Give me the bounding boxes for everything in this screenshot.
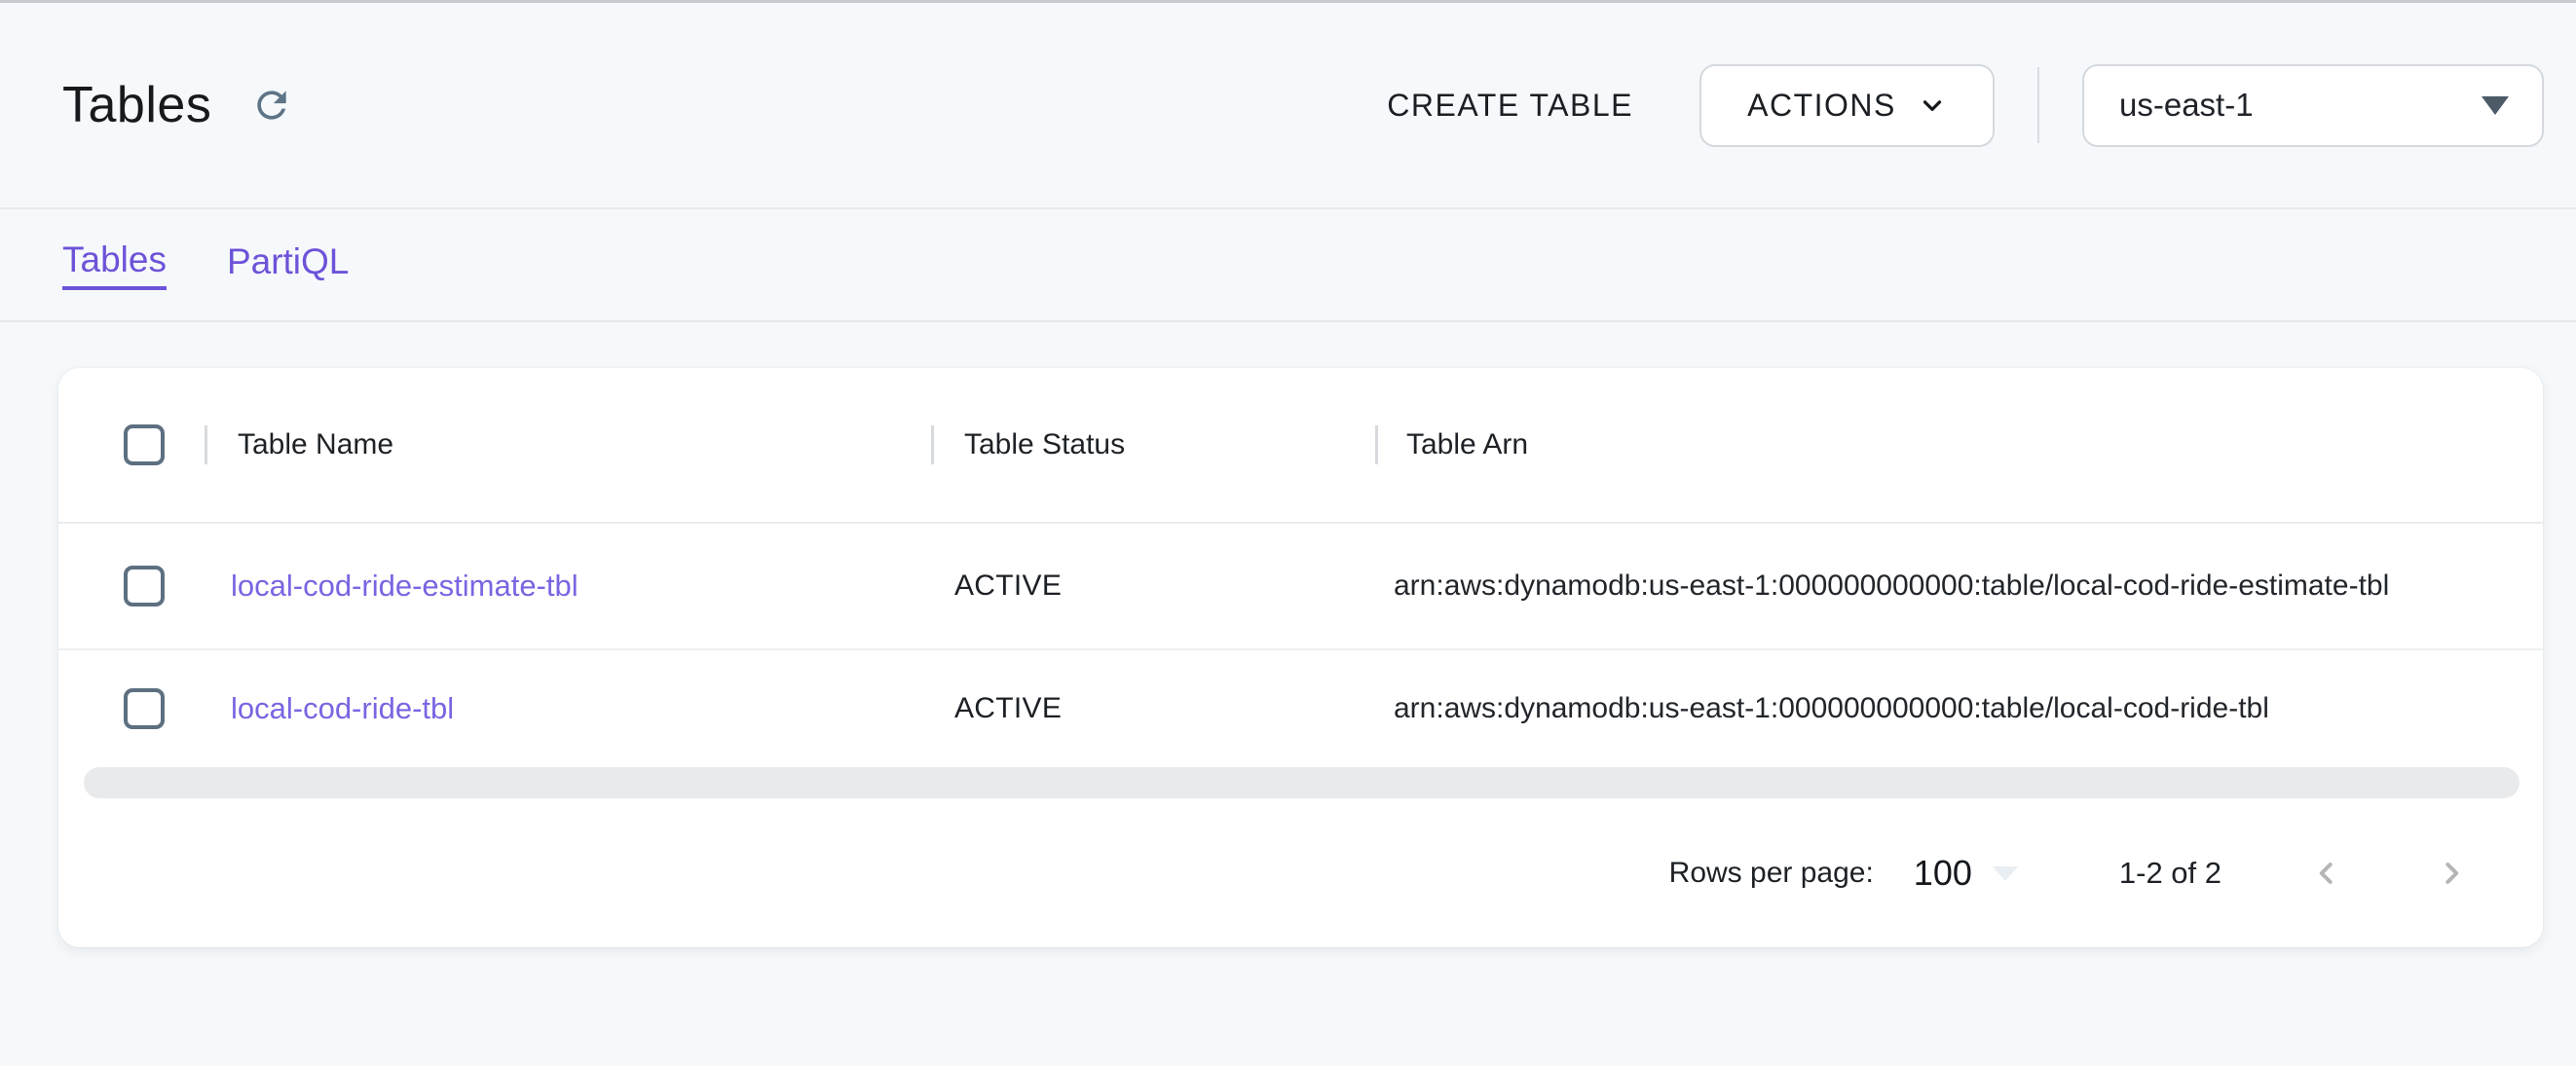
create-table-button[interactable]: CREATE TABLE xyxy=(1381,78,1639,133)
header-actions: CREATE TABLE ACTIONS us-east-1 xyxy=(1381,64,2544,147)
header-divider xyxy=(2037,67,2039,143)
tab-partiql[interactable]: PartiQL xyxy=(227,241,349,288)
chevron-down-icon xyxy=(1918,91,1947,120)
column-divider xyxy=(205,425,207,464)
column-header-label: Table Name xyxy=(205,428,931,461)
horizontal-scrollbar-track xyxy=(84,767,2520,799)
rows-per-page-select[interactable]: 100 xyxy=(1914,853,2018,894)
pagination-range-label: 1-2 of 2 xyxy=(2119,856,2221,891)
next-page-button[interactable] xyxy=(2432,854,2471,893)
column-header-table-name: Table Name xyxy=(205,428,931,461)
table-arn-cell: arn:aws:dynamodb:us-east-1:000000000000:… xyxy=(1375,570,2543,603)
page-title: Tables xyxy=(62,76,211,134)
tables-card: Table Name Table Status Table Arn local-… xyxy=(58,368,2543,947)
region-select[interactable]: us-east-1 xyxy=(2082,64,2544,147)
row-checkbox[interactable] xyxy=(124,566,165,607)
select-all-checkbox[interactable] xyxy=(124,424,165,465)
table-name-cell: local-cod-ride-estimate-tbl xyxy=(205,569,931,604)
row-checkbox[interactable] xyxy=(124,688,165,729)
column-divider xyxy=(1375,425,1378,464)
column-header-table-arn: Table Arn xyxy=(1375,428,2543,461)
refresh-icon xyxy=(250,84,293,127)
previous-page-button[interactable] xyxy=(2307,854,2346,893)
main-content: Table Name Table Status Table Arn local-… xyxy=(0,322,2576,947)
header-left: Tables xyxy=(62,76,295,134)
refresh-button[interactable] xyxy=(248,82,295,129)
tab-tables[interactable]: Tables xyxy=(62,239,167,290)
horizontal-scrollbar-thumb[interactable] xyxy=(84,767,2520,798)
status-text: ACTIVE xyxy=(954,692,1062,725)
row-checkbox-cell xyxy=(58,566,205,607)
table-name-link[interactable]: local-cod-ride-estimate-tbl xyxy=(231,569,579,604)
actions-button[interactable]: ACTIONS xyxy=(1699,64,1995,147)
chevron-right-icon xyxy=(2434,856,2469,891)
table-row: local-cod-ride-estimate-tbl ACTIVE arn:a… xyxy=(58,524,2543,650)
table-row: local-cod-ride-tbl ACTIVE arn:aws:dynamo… xyxy=(58,650,2543,767)
table-name-cell: local-cod-ride-tbl xyxy=(205,691,931,726)
chevron-left-icon xyxy=(2309,856,2344,891)
rows-per-page-label: Rows per page: xyxy=(1669,857,1874,890)
pagination-bar: Rows per page: 100 1-2 of 2 xyxy=(58,799,2543,947)
column-header-label: Table Arn xyxy=(1375,428,2514,461)
table-header-row: Table Name Table Status Table Arn xyxy=(58,368,2543,524)
status-text: ACTIVE xyxy=(954,570,1062,603)
dropdown-arrow-icon xyxy=(2482,96,2509,115)
table-status-cell: ACTIVE xyxy=(931,570,1375,603)
page-header: Tables CREATE TABLE ACTIONS us-east-1 xyxy=(0,3,2576,209)
arn-text: arn:aws:dynamodb:us-east-1:000000000000:… xyxy=(1394,692,2269,725)
table-arn-cell: arn:aws:dynamodb:us-east-1:000000000000:… xyxy=(1375,692,2543,725)
column-header-table-status: Table Status xyxy=(931,428,1375,461)
arn-text: arn:aws:dynamodb:us-east-1:000000000000:… xyxy=(1394,570,2389,603)
column-divider xyxy=(931,425,934,464)
column-header-label: Table Status xyxy=(931,428,1375,461)
table-name-link[interactable]: local-cod-ride-tbl xyxy=(231,691,454,726)
region-select-value: us-east-1 xyxy=(2119,87,2254,124)
actions-button-label: ACTIONS xyxy=(1747,88,1896,124)
rows-per-page-value: 100 xyxy=(1914,853,1972,894)
tab-bar: Tables PartiQL xyxy=(0,209,2576,322)
app-screen: Tables CREATE TABLE ACTIONS us-east-1 xyxy=(0,0,2576,1066)
table-status-cell: ACTIVE xyxy=(931,692,1375,725)
rows-per-page-dropdown-icon xyxy=(1993,866,2018,881)
select-all-cell xyxy=(58,424,205,465)
row-checkbox-cell xyxy=(58,688,205,729)
